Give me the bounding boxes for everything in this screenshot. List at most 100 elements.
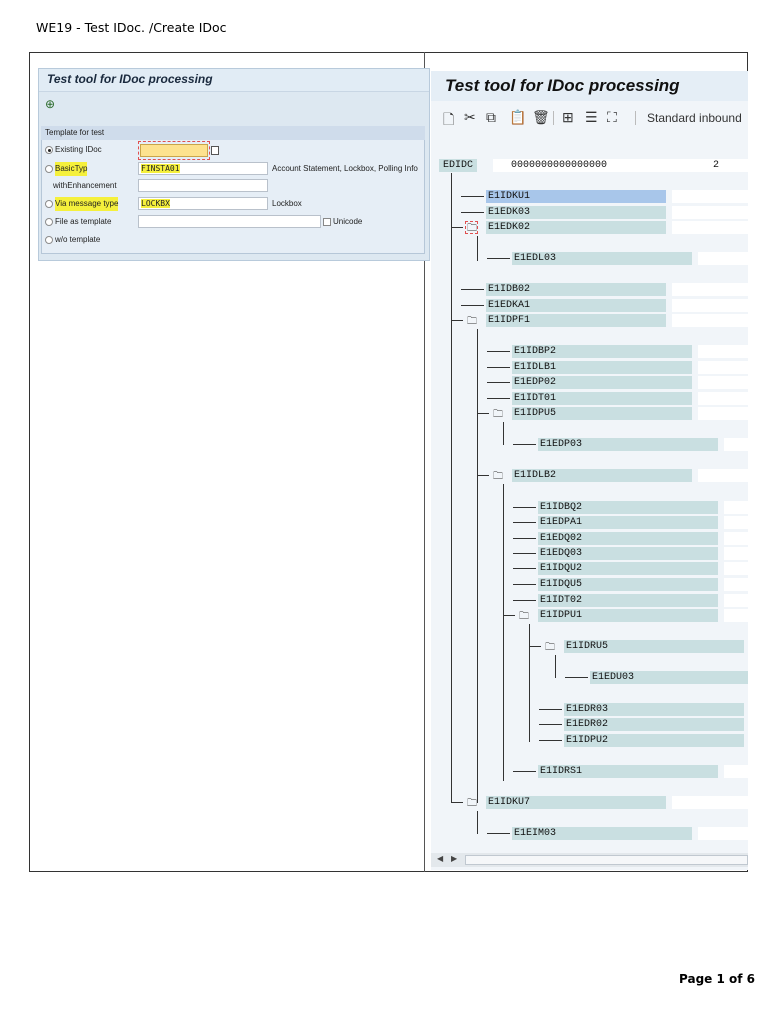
folder-icon[interactable]: 🗀 xyxy=(493,407,503,424)
unicode-option[interactable]: Unicode xyxy=(323,215,362,229)
control-record-label[interactable]: EDIDC xyxy=(439,159,478,172)
segment-value-field xyxy=(672,221,748,234)
segment-node[interactable]: E1EIM03 xyxy=(512,827,692,840)
segment-node[interactable]: E1IDRU5 xyxy=(564,640,744,653)
segment-node[interactable]: E1IDT02 xyxy=(538,594,718,607)
file-template-radio[interactable] xyxy=(45,218,53,226)
folder-icon[interactable]: 🗀 xyxy=(467,796,477,813)
file-template-input[interactable] xyxy=(138,215,321,228)
segment-value-field xyxy=(672,283,748,296)
segment-node[interactable]: E1EDR02 xyxy=(564,718,744,731)
segment-node[interactable]: E1IDRS1 xyxy=(538,765,718,778)
segment-node[interactable]: E1IDLB1 xyxy=(512,361,692,374)
segment-node[interactable]: E1EDP02 xyxy=(512,376,692,389)
segment-node[interactable]: E1IDPU2 xyxy=(564,734,744,747)
basic-type-input[interactable]: FINSTA01 xyxy=(138,162,268,175)
execute-icon[interactable]: ⊕ xyxy=(45,97,55,111)
segment-node[interactable]: E1EDK02 xyxy=(486,221,666,234)
segment-value-field xyxy=(698,361,748,374)
enhancement-input[interactable] xyxy=(138,179,268,192)
wo-template-option[interactable]: w/o template xyxy=(45,233,100,247)
unicode-checkbox[interactable] xyxy=(323,218,331,226)
segment-node[interactable]: E1EDPA1 xyxy=(538,516,718,529)
segment-node[interactable]: E1IDQU5 xyxy=(538,578,718,591)
tree-connector xyxy=(487,382,510,383)
tree-connector xyxy=(513,568,536,569)
folder-icon[interactable]: 🗀 xyxy=(467,314,477,331)
tree-connector xyxy=(539,740,562,741)
wo-template-radio[interactable] xyxy=(45,236,53,244)
tree-connector xyxy=(451,227,463,228)
basic-type-option[interactable]: BasicTyp xyxy=(45,162,88,176)
segment-node[interactable]: E1IDPU5 xyxy=(512,407,692,420)
segment-node[interactable]: E1EDL03 xyxy=(512,252,692,265)
segment-node[interactable]: E1EDR03 xyxy=(564,703,744,716)
basic-type-radio[interactable] xyxy=(45,165,53,173)
message-type-input[interactable]: LOCKBX xyxy=(138,197,268,210)
insert-segment-icon[interactable]: ⊞ xyxy=(562,109,574,126)
segment-node[interactable]: E1IDB02 xyxy=(486,283,666,296)
scrollbar-track[interactable] xyxy=(465,855,748,865)
paste-icon[interactable]: 📋 xyxy=(509,109,526,126)
new-doc-icon[interactable]: 🗋 xyxy=(443,109,454,133)
segment-value-field xyxy=(724,609,748,622)
segment-node[interactable]: E1EDU03 xyxy=(590,671,748,684)
message-type-value: LOCKBX xyxy=(141,199,170,208)
message-type-radio[interactable] xyxy=(45,200,53,208)
unicode-label: Unicode xyxy=(333,217,363,226)
scroll-left-icon[interactable]: ◀ xyxy=(437,854,443,863)
tree-connector xyxy=(513,600,536,601)
left-title-bar: Test tool for IDoc processing xyxy=(39,69,429,92)
toolbar-separator xyxy=(635,111,636,125)
existing-idoc-input[interactable] xyxy=(140,144,208,157)
segment-data-icon[interactable]: ⛶ xyxy=(607,109,617,126)
segment-value-field xyxy=(698,827,748,840)
segment-node[interactable]: E1IDKU1 xyxy=(486,190,666,203)
folder-icon[interactable]: 🗀 xyxy=(545,640,555,657)
segment-node[interactable]: E1EDQ03 xyxy=(538,547,718,560)
message-type-label: Via message type xyxy=(55,197,119,211)
message-type-option[interactable]: Via message type xyxy=(45,197,119,211)
with-enhancement-label: withEnhancement xyxy=(53,181,117,190)
segment-value-field xyxy=(698,252,748,265)
segment-node[interactable]: E1IDBQ2 xyxy=(538,501,718,514)
folder-icon[interactable]: 🗀 xyxy=(519,609,529,626)
cut-icon[interactable]: ✂ xyxy=(464,109,476,126)
segment-node[interactable]: E1IDT01 xyxy=(512,392,692,405)
tree-connector xyxy=(487,367,510,368)
tree-connector xyxy=(461,212,484,213)
copy-icon[interactable]: ⧉ xyxy=(486,109,496,126)
segment-node[interactable]: E1IDKU7 xyxy=(486,796,666,809)
tree-trunk xyxy=(477,236,478,261)
delete-icon[interactable]: 🗑 xyxy=(532,109,550,126)
existing-idoc-option[interactable]: Existing IDoc xyxy=(45,143,102,157)
standard-inbound-button[interactable]: Standard inbound xyxy=(647,111,742,125)
scroll-right-icon[interactable]: ▶ xyxy=(451,854,457,863)
segment-node[interactable]: E1IDPU1 xyxy=(538,609,718,622)
file-template-option[interactable]: File as template xyxy=(45,215,111,229)
segment-node[interactable]: E1EDKA1 xyxy=(486,299,666,312)
segment-node[interactable]: E1IDBP2 xyxy=(512,345,692,358)
segment-node[interactable]: E1EDK03 xyxy=(486,206,666,219)
segment-node[interactable]: E1IDPF1 xyxy=(486,314,666,327)
document-title: WE19 - Test IDoc. /Create IDoc xyxy=(36,20,227,35)
segment-node[interactable]: E1EDQ02 xyxy=(538,532,718,545)
selection-highlight xyxy=(465,221,478,234)
edit-segment-icon[interactable]: ☰ xyxy=(585,109,598,126)
horizontal-scrollbar[interactable]: ◀ ▶ xyxy=(431,853,748,867)
tree-trunk xyxy=(555,655,556,678)
segment-node[interactable]: E1EDP03 xyxy=(538,438,718,451)
tree-connector xyxy=(539,709,562,710)
segment-node[interactable]: E1IDLB2 xyxy=(512,469,692,482)
tree-connector xyxy=(513,538,536,539)
with-enhancement-row: withEnhancement xyxy=(53,179,117,193)
existing-idoc-radio[interactable] xyxy=(45,146,53,154)
tree-connector xyxy=(487,833,510,834)
tree-connector xyxy=(513,522,536,523)
tree-connector xyxy=(513,771,536,772)
tree-connector xyxy=(539,724,562,725)
tree-connector xyxy=(451,802,463,803)
folder-icon[interactable]: 🗀 xyxy=(493,469,503,486)
segment-node[interactable]: E1IDQU2 xyxy=(538,562,718,575)
idoc-lookup-button[interactable] xyxy=(211,146,219,155)
